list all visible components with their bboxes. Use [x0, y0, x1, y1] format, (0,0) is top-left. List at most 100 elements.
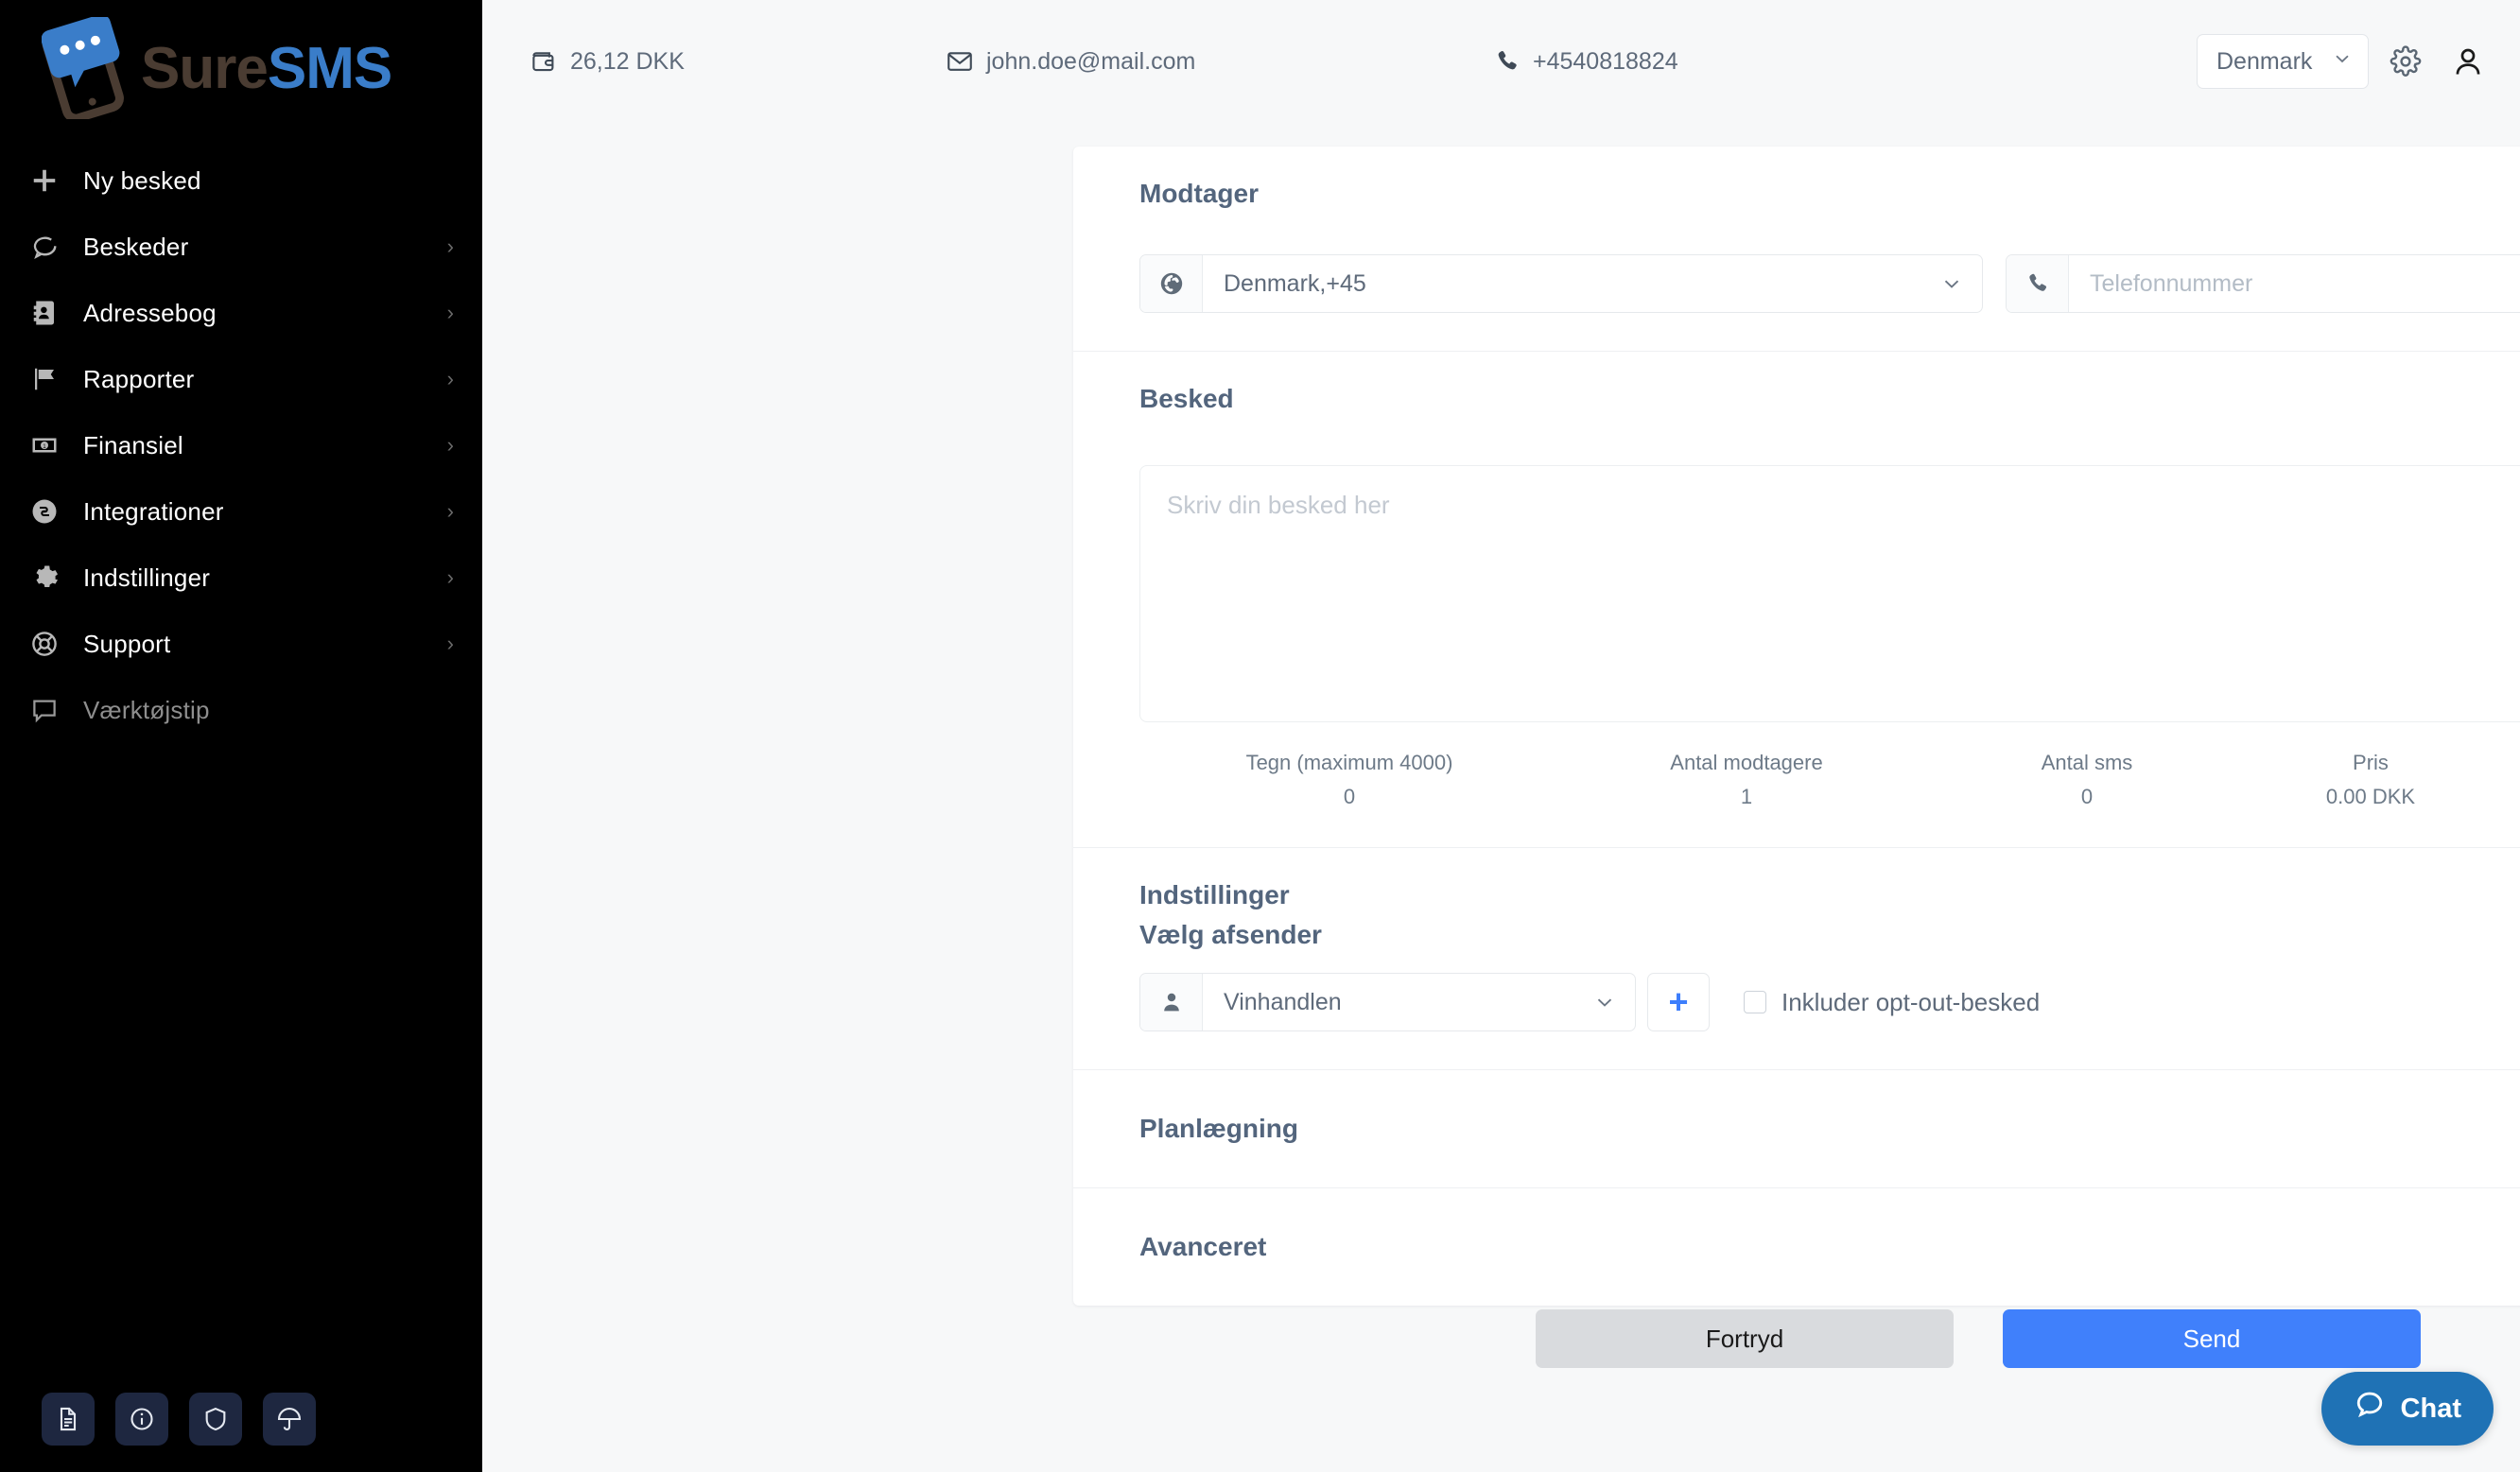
message-textarea[interactable]: Skriv din besked her: [1139, 465, 2520, 722]
sidebar-label: Finansiel: [83, 430, 183, 459]
globe-icon: [1140, 255, 1203, 312]
umbrella-icon[interactable]: [263, 1393, 316, 1446]
gear-icon: [30, 563, 83, 592]
planning-title: Planlægning: [1139, 1114, 1298, 1143]
sidebar-label: Adressebog: [83, 298, 217, 327]
sidebar-footer: [42, 1393, 316, 1446]
chevron-down-icon: [1593, 991, 1616, 1013]
sender-field[interactable]: Vinhandlen: [1203, 974, 1635, 1030]
sidebar-label: Beskeder: [83, 232, 189, 261]
chevron-right-icon: ›: [446, 234, 454, 258]
sidebar-item-support[interactable]: Support ›: [0, 611, 482, 677]
counter-label: Pris: [2353, 751, 2389, 774]
brand-name-sms: SMS: [267, 35, 392, 101]
brand-logo[interactable]: SureSMS: [0, 0, 482, 142]
sender-select-group[interactable]: Vinhandlen: [1139, 973, 1636, 1031]
svg-text:1: 1: [43, 443, 46, 450]
user-icon: [1140, 974, 1203, 1030]
counter-value: 0.00 DKK: [2325, 785, 2416, 808]
sidebar-item-vaerktojstip[interactable]: Værktøjstip: [0, 677, 482, 743]
speech-square-icon: [30, 696, 83, 724]
document-icon[interactable]: [42, 1393, 95, 1446]
sender-label: Vælg afsender: [1139, 920, 1322, 949]
message-placeholder: Skriv din besked her: [1167, 491, 1390, 519]
suresms-phone-icon: [41, 14, 131, 123]
sidebar-item-adressebog[interactable]: Adressebog ›: [0, 280, 482, 346]
settings-title: Indstillinger: [1139, 880, 1290, 909]
chevron-right-icon: ›: [446, 433, 454, 457]
counter-price: Pris 0.00 DKK: [2229, 751, 2512, 809]
user-avatar-button[interactable]: [2442, 36, 2494, 87]
sender-value: Vinhandlen: [1224, 988, 1342, 1015]
counter-value: 1: [1740, 785, 1753, 808]
email-stat: john.doe@mail.com: [946, 47, 1494, 76]
address-book-icon: [30, 299, 83, 327]
sidebar: SureSMS Ny besked Beskeder › Adressebog …: [0, 0, 482, 1472]
counter-label: Antal modtagere: [1670, 751, 1823, 774]
main-area: 26,12 DKK john.doe@mail.com +4540818824 …: [482, 0, 2520, 1472]
optout-checkbox-wrap[interactable]: Inkluder opt-out-besked: [1744, 988, 2040, 1017]
sidebar-item-indstillinger[interactable]: Indstillinger ›: [0, 545, 482, 611]
sidebar-nav: Ny besked Beskeder › Adressebog › Rappor…: [0, 147, 482, 743]
country-code-value: Denmark,+45: [1224, 269, 1366, 297]
shield-icon[interactable]: [189, 1393, 242, 1446]
sidebar-item-beskeder[interactable]: Beskeder ›: [0, 214, 482, 280]
banknote-icon: 1: [30, 431, 83, 459]
country-code-field[interactable]: Denmark,+45: [1203, 255, 1982, 312]
phone-value: +4540818824: [1533, 47, 1678, 75]
message-title: Besked: [1139, 384, 1234, 413]
wallet-icon: [530, 47, 558, 76]
phone-stat: +4540818824: [1494, 48, 2197, 76]
chat-label: Chat: [2400, 1393, 2461, 1424]
counter-value: 0: [2080, 785, 2094, 808]
chevron-right-icon: ›: [446, 632, 454, 655]
sidebar-label: Værktøjstip: [83, 695, 210, 724]
counter-sms: Antal sms 0: [1945, 751, 2229, 809]
cancel-button[interactable]: Fortryd: [1536, 1309, 1954, 1368]
country-code-select-group[interactable]: Denmark,+45: [1139, 254, 1983, 313]
sidebar-item-integrationer[interactable]: Integrationer ›: [0, 478, 482, 545]
recipient-title: Modtager: [1139, 179, 1259, 208]
sidebar-item-rapporter[interactable]: Rapporter ›: [0, 346, 482, 412]
envelope-icon: [946, 47, 974, 76]
send-button[interactable]: Send: [2003, 1309, 2421, 1368]
plus-icon: [30, 166, 83, 195]
counter-recipients: Antal modtagere 1: [1548, 751, 1945, 809]
chat-bubble-icon: [30, 233, 83, 261]
brand-name-sure: Sure: [141, 35, 269, 101]
lifebuoy-icon: [30, 630, 83, 658]
counter-characters: Tegn (maximum 4000) 0: [1151, 751, 1548, 809]
phone-number-input[interactable]: Telefonnummer: [2069, 255, 2520, 312]
sidebar-label: Support: [83, 629, 171, 658]
chevron-right-icon: ›: [446, 499, 454, 523]
country-selector[interactable]: Denmark: [2197, 34, 2369, 89]
sidebar-item-ny-besked[interactable]: Ny besked: [0, 147, 482, 214]
message-section: Besked Valg Skriv din besked her: [1073, 352, 2520, 848]
chevron-down-icon: [2332, 48, 2353, 76]
flag-icon: [30, 365, 83, 393]
sidebar-label: Integrationer: [83, 496, 224, 526]
chevron-down-icon: [1940, 272, 1963, 295]
chat-widget-button[interactable]: Chat: [2320, 1372, 2494, 1446]
counter-value: 0: [1343, 785, 1356, 808]
balance-value: 26,12 DKK: [570, 47, 685, 75]
phone-icon: [1494, 48, 1521, 75]
optout-checkbox[interactable]: [1744, 991, 1766, 1013]
chat-bubble-icon: [2354, 1389, 2386, 1429]
add-sender-button[interactable]: +: [1647, 973, 1710, 1031]
chevron-right-icon: ›: [446, 367, 454, 390]
balance-stat: 26,12 DKK: [530, 47, 946, 76]
sidebar-item-finansiel[interactable]: 1 Finansiel ›: [0, 412, 482, 478]
top-header: 26,12 DKK john.doe@mail.com +4540818824 …: [482, 0, 2520, 123]
phone-number-input-group[interactable]: Telefonnummer: [2006, 254, 2520, 313]
app-root: SureSMS Ny besked Beskeder › Adressebog …: [0, 0, 2520, 1472]
link-circle-icon: [30, 497, 83, 526]
compose-card: Modtager Valg: [1073, 147, 2520, 1306]
phone-icon: [2007, 255, 2069, 312]
info-icon[interactable]: [115, 1393, 168, 1446]
sidebar-label: Indstillinger: [83, 563, 211, 592]
sidebar-label: Ny besked: [83, 165, 201, 195]
settings-gear-button[interactable]: [2390, 45, 2422, 78]
counter-label: Antal sms: [2041, 751, 2133, 774]
country-value: Denmark: [2216, 47, 2313, 75]
